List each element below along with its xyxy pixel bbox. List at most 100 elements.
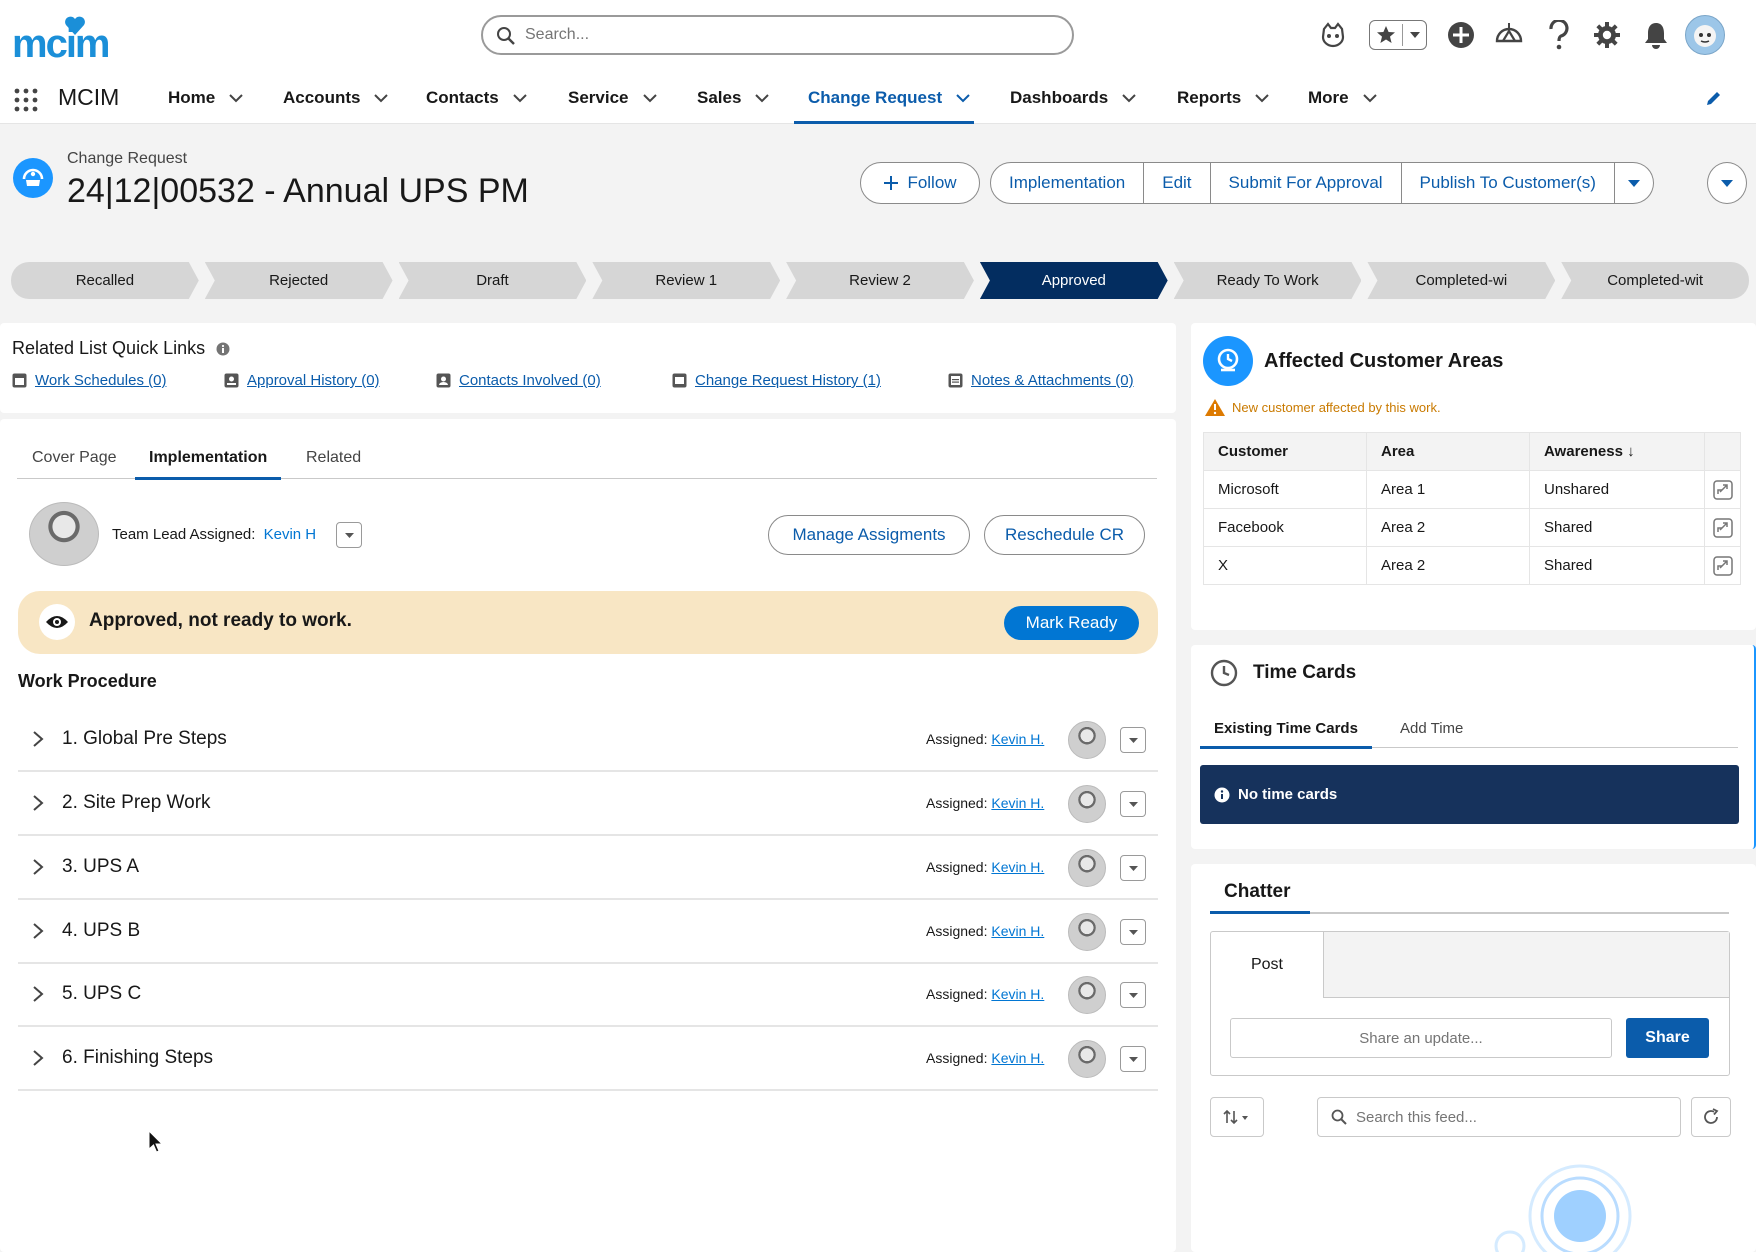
work-step-row[interactable]: 3. UPS A Assigned: Kevin H.: [18, 836, 1158, 900]
tab-add-time[interactable]: Add Time: [1400, 708, 1463, 748]
feed-search-box[interactable]: [1317, 1097, 1681, 1137]
tab-cover-page[interactable]: Cover Page: [32, 436, 117, 479]
work-step-row[interactable]: 6. Finishing Steps Assigned: Kevin H.: [18, 1027, 1158, 1091]
help-icon[interactable]: [1541, 17, 1577, 53]
assignee-link[interactable]: Kevin H.: [991, 859, 1044, 875]
chevron-down-icon[interactable]: [956, 93, 970, 103]
reschedule-cr-button[interactable]: Reschedule CR: [984, 515, 1145, 555]
assignee-link[interactable]: Kevin H.: [991, 986, 1044, 1002]
path-step-ready-to-work[interactable]: Ready To Work: [1174, 262, 1362, 299]
work-step-row[interactable]: 2. Site Prep Work Assigned: Kevin H.: [18, 772, 1158, 836]
global-search[interactable]: [481, 15, 1074, 55]
tab-related[interactable]: Related: [306, 436, 361, 479]
edit-button[interactable]: Edit: [1144, 162, 1211, 204]
gear-icon[interactable]: [1589, 17, 1625, 53]
nav-item-reports[interactable]: Reports: [1177, 72, 1269, 124]
nav-item-change-request[interactable]: Change Request: [793, 72, 975, 124]
chevron-down-icon[interactable]: [1122, 93, 1136, 103]
edit-nav-pencil-icon[interactable]: [1705, 89, 1723, 107]
work-step-menu-button[interactable]: [1120, 1046, 1146, 1072]
quick-link-approval-history[interactable]: Approval History (0): [224, 372, 380, 389]
notifications-bell-icon[interactable]: [1638, 17, 1674, 53]
chevron-right-icon[interactable]: [32, 858, 44, 876]
nav-item-dashboards[interactable]: Dashboards: [1010, 72, 1136, 124]
chevron-right-icon[interactable]: [32, 730, 44, 748]
path-step-review-1[interactable]: Review 1: [592, 262, 780, 299]
chevron-down-icon[interactable]: [229, 93, 243, 103]
path-step-completed-wit[interactable]: Completed-wit: [1561, 262, 1750, 299]
team-lead-menu-button[interactable]: [336, 522, 362, 548]
path-step-draft[interactable]: Draft: [399, 262, 587, 299]
quick-link-notes-attachments[interactable]: Notes & Attachments (0): [948, 372, 1134, 389]
global-create-icon[interactable]: [1443, 17, 1479, 53]
chevron-down-icon[interactable]: [374, 93, 389, 103]
user-avatar[interactable]: [1685, 15, 1725, 55]
assignee-link[interactable]: Kevin H.: [991, 923, 1044, 939]
path-step-completed-wi[interactable]: Completed-wi: [1367, 262, 1555, 299]
work-step-row[interactable]: 1. Global Pre Steps Assigned: Kevin H.: [18, 708, 1158, 772]
assignee-link[interactable]: Kevin H.: [991, 795, 1044, 811]
share-button[interactable]: Share: [1626, 1018, 1709, 1058]
submit-for-approval-button[interactable]: Submit For Approval: [1210, 162, 1402, 204]
tab-implementation[interactable]: Implementation: [134, 436, 282, 480]
work-step-menu-button[interactable]: [1120, 727, 1146, 753]
assignee-link[interactable]: Kevin H.: [991, 731, 1044, 747]
work-step-menu-button[interactable]: [1120, 982, 1146, 1008]
path-step-recalled[interactable]: Recalled: [11, 262, 199, 299]
nav-item-accounts[interactable]: Accounts: [283, 72, 389, 124]
quick-link-work-schedules[interactable]: Work Schedules (0): [12, 372, 166, 389]
publish-to-customers-button[interactable]: Publish To Customer(s): [1401, 162, 1615, 204]
nav-item-more[interactable]: More: [1308, 72, 1377, 124]
chevron-down-icon[interactable]: [513, 93, 527, 103]
follow-button[interactable]: Follow: [860, 162, 980, 204]
column-header-area[interactable]: Area: [1366, 432, 1530, 471]
einstein-icon[interactable]: [1315, 17, 1351, 53]
app-launcher-icon[interactable]: [14, 88, 38, 112]
chevron-down-icon[interactable]: [1255, 93, 1269, 103]
work-step-row[interactable]: 5. UPS C Assigned: Kevin H.: [18, 963, 1158, 1027]
team-lead-link[interactable]: Kevin H: [264, 526, 317, 543]
mcim-logo[interactable]: mcim: [12, 16, 122, 66]
search-input[interactable]: [525, 23, 1045, 47]
work-step-row[interactable]: 4. UPS B Assigned: Kevin H.: [18, 900, 1158, 964]
quick-link-change-request-history[interactable]: Change Request History (1): [672, 372, 881, 389]
more-actions-button[interactable]: [1614, 162, 1654, 204]
column-header-awareness[interactable]: Awareness ↓: [1529, 432, 1705, 471]
page-options-button[interactable]: [1707, 162, 1747, 204]
chevron-down-icon[interactable]: [642, 93, 657, 103]
chevron-right-icon[interactable]: [32, 922, 44, 940]
path-step-approved[interactable]: Approved: [980, 262, 1168, 299]
quick-link-contacts-involved[interactable]: Contacts Involved (0): [436, 372, 601, 389]
path-step-rejected[interactable]: Rejected: [205, 262, 393, 299]
nav-item-service[interactable]: Service: [568, 72, 657, 124]
column-header-customer[interactable]: Customer: [1203, 432, 1367, 471]
trailhead-icon[interactable]: [1491, 17, 1527, 53]
chevron-right-icon[interactable]: [32, 794, 44, 812]
share-row-icon[interactable]: [1704, 470, 1741, 509]
tab-existing-time-cards[interactable]: Existing Time Cards: [1200, 708, 1372, 749]
share-row-icon[interactable]: [1704, 546, 1741, 585]
chevron-right-icon[interactable]: [32, 985, 44, 1003]
feed-refresh-button[interactable]: [1691, 1097, 1731, 1137]
nav-item-home[interactable]: Home: [168, 72, 243, 124]
work-step-menu-button[interactable]: [1120, 791, 1146, 817]
work-step-menu-button[interactable]: [1120, 855, 1146, 881]
nav-item-sales[interactable]: Sales: [697, 72, 770, 124]
mark-ready-button[interactable]: Mark Ready: [1004, 606, 1139, 640]
nav-item-contacts[interactable]: Contacts: [426, 72, 527, 124]
implementation-button[interactable]: Implementation: [990, 162, 1145, 204]
path-step-review-2[interactable]: Review 2: [786, 262, 974, 299]
work-step-menu-button[interactable]: [1120, 919, 1146, 945]
chevron-down-icon[interactable]: [1362, 93, 1377, 103]
favorites-button[interactable]: [1369, 20, 1427, 50]
chevron-down-icon[interactable]: [755, 93, 770, 103]
info-icon[interactable]: [216, 342, 230, 356]
feed-sort-button[interactable]: [1210, 1097, 1264, 1137]
assignee-link[interactable]: Kevin H.: [991, 1050, 1044, 1066]
feed-search-input[interactable]: [1356, 1106, 1666, 1128]
chevron-right-icon[interactable]: [32, 1049, 44, 1067]
tab-post[interactable]: Post: [1211, 932, 1323, 998]
manage-assignments-button[interactable]: Manage Assigments: [768, 515, 970, 555]
share-row-icon[interactable]: [1704, 508, 1741, 547]
share-update-input[interactable]: [1230, 1018, 1612, 1058]
